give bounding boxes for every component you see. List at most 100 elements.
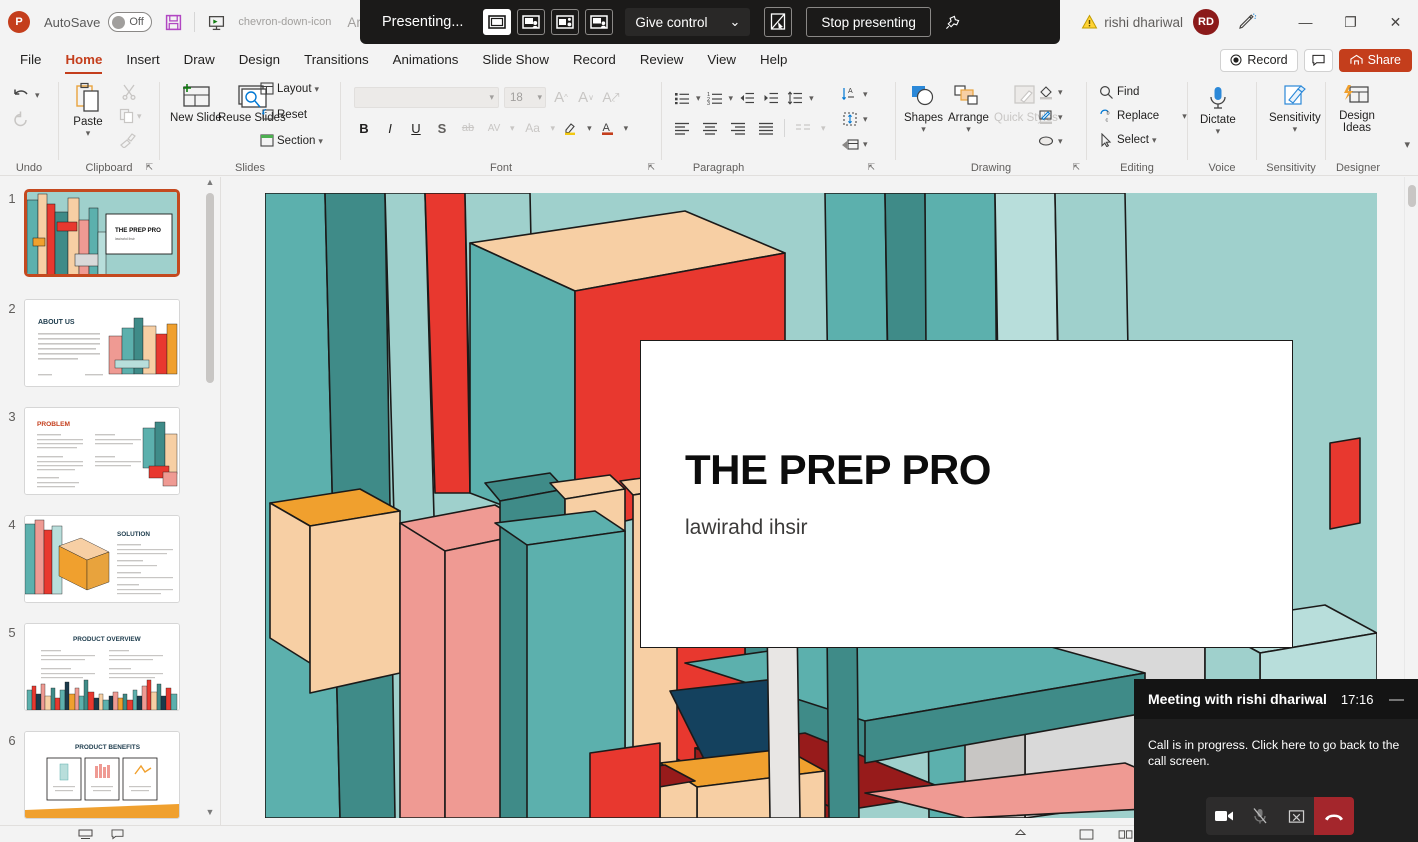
minimize-window-button[interactable]: — xyxy=(1283,0,1328,44)
character-spacing-dropdown-icon[interactable]: ▾ xyxy=(510,123,515,134)
smartart-dropdown-icon[interactable]: ▾ xyxy=(863,139,868,150)
shape-outline-dropdown-icon[interactable]: ▾ xyxy=(1058,112,1063,123)
slide-thumbnail-3[interactable]: 3 PROBLEM xyxy=(0,407,210,495)
close-window-button[interactable]: ✕ xyxy=(1373,0,1418,44)
change-case-button[interactable]: Aa xyxy=(521,118,545,138)
find-button[interactable]: Find xyxy=(1099,85,1139,99)
align-center-icon[interactable] xyxy=(700,118,720,138)
dictate-dropdown-icon[interactable]: ▾ xyxy=(1216,126,1221,137)
select-dropdown-icon[interactable]: ▾ xyxy=(1152,135,1157,146)
tab-file[interactable]: File xyxy=(8,44,53,76)
text-direction-icon[interactable]: A xyxy=(840,84,860,104)
tab-slide-show[interactable]: Slide Show xyxy=(470,44,561,76)
new-slide-button[interactable]: New Slide xyxy=(170,84,222,124)
layout-content-and-presenter-side-button[interactable] xyxy=(551,9,579,35)
slide-title-textbox[interactable]: THE PREP PRO lawirahd ihsir xyxy=(640,340,1293,648)
shape-fill-button[interactable]: ▾ xyxy=(1038,84,1063,100)
layout-content-and-presenter-large-button[interactable] xyxy=(517,9,545,35)
select-button[interactable]: Select ▾ xyxy=(1099,133,1157,147)
thumbnail-image[interactable]: PRODUCT BENEFITS xyxy=(24,731,180,819)
reading-view-icon[interactable] xyxy=(1118,829,1133,840)
sensitivity-button[interactable]: Sensitivity ▾ xyxy=(1269,84,1321,135)
design-ideas-button[interactable]: Design Ideas xyxy=(1332,84,1382,134)
restore-window-button[interactable]: ❐ xyxy=(1328,0,1373,44)
tab-help[interactable]: Help xyxy=(748,44,799,76)
font-size-dropdown-icon[interactable]: ▾ xyxy=(537,92,542,103)
bold-button[interactable]: B xyxy=(354,118,374,138)
slide-thumbnail-2[interactable]: 2 ABOUT US xyxy=(0,299,210,387)
section-button[interactable]: Section ▾ xyxy=(260,134,323,148)
canvas-scrollbar-thumb[interactable] xyxy=(1408,185,1416,207)
paste-dropdown-icon[interactable]: ▾ xyxy=(86,128,91,139)
collapse-ribbon-button[interactable]: ▾ xyxy=(1404,138,1410,151)
tab-view[interactable]: View xyxy=(695,44,748,76)
reset-button[interactable]: Reset xyxy=(260,108,307,122)
layout-content-only-button[interactable] xyxy=(483,9,511,35)
numbering-dropdown-icon[interactable]: ▾ xyxy=(729,93,734,104)
undo-icon[interactable] xyxy=(10,84,32,106)
align-right-icon[interactable] xyxy=(728,118,748,138)
replace-button[interactable]: bc Replace ▾ xyxy=(1099,109,1187,123)
stop-presenting-button[interactable]: Stop presenting xyxy=(806,7,931,37)
slide-subtitle[interactable]: lawirahd ihsir xyxy=(685,516,808,540)
shapes-dropdown-icon[interactable]: ▾ xyxy=(921,124,926,135)
tab-design[interactable]: Design xyxy=(227,44,292,76)
cut-button[interactable] xyxy=(121,84,137,100)
user-name[interactable]: rishi dhariwal xyxy=(1104,15,1183,30)
paste-button[interactable]: Paste ▾ xyxy=(73,82,103,139)
format-painter-button[interactable] xyxy=(119,132,137,148)
stop-sharing-button[interactable] xyxy=(1278,797,1314,835)
bullets-icon[interactable] xyxy=(672,88,692,108)
decrease-indent-icon[interactable] xyxy=(737,88,757,108)
customize-quick-access-icon[interactable]: chevron-down-icon xyxy=(238,16,331,28)
warning-icon[interactable] xyxy=(1081,14,1098,30)
grow-font-icon[interactable]: A^ xyxy=(551,88,571,108)
columns-dropdown-icon[interactable]: ▾ xyxy=(821,123,826,134)
thumbnail-image[interactable]: SOLUTION xyxy=(24,515,180,603)
slide-thumbnail-6[interactable]: 6 PRODUCT BENEFITS xyxy=(0,731,210,819)
justify-icon[interactable] xyxy=(756,118,776,138)
redo-icon[interactable] xyxy=(10,108,32,130)
font-name-dropdown-icon[interactable]: ▾ xyxy=(489,92,494,103)
record-button[interactable]: Record xyxy=(1220,49,1297,72)
give-control-dropdown[interactable]: Give control ⌄ xyxy=(625,8,750,36)
tab-transitions[interactable]: Transitions xyxy=(292,44,381,76)
pin-icon[interactable] xyxy=(945,15,960,30)
columns-icon[interactable] xyxy=(793,118,813,138)
comments-button[interactable] xyxy=(1304,49,1333,72)
tab-animations[interactable]: Animations xyxy=(381,44,471,76)
italic-button[interactable]: I xyxy=(380,118,400,138)
arrange-dropdown-icon[interactable]: ▾ xyxy=(966,124,971,135)
undo-dropdown-icon[interactable]: ▾ xyxy=(35,90,40,101)
numbering-icon[interactable]: 123 xyxy=(705,88,725,108)
copy-button[interactable]: ▾ xyxy=(119,108,142,124)
microphone-muted-button[interactable] xyxy=(1242,797,1278,835)
line-spacing-icon[interactable] xyxy=(785,88,805,108)
slide-thumbnail-panel[interactable]: 1 THE PREP PRO xyxy=(0,177,220,825)
text-direction-dropdown-icon[interactable]: ▾ xyxy=(863,89,868,100)
scrollbar-thumb[interactable] xyxy=(206,193,214,383)
align-text-icon[interactable] xyxy=(840,109,860,129)
increase-indent-icon[interactable] xyxy=(761,88,781,108)
section-dropdown-icon[interactable]: ▾ xyxy=(318,136,323,147)
thumbnail-image[interactable]: PROBLEM xyxy=(24,407,180,495)
paragraph-dialog-launcher[interactable]: ⇱ xyxy=(867,162,875,173)
shape-fill-dropdown-icon[interactable]: ▾ xyxy=(1058,87,1063,98)
shape-effects-button[interactable]: ▾ xyxy=(1038,134,1063,148)
slide-thumbnail-4[interactable]: 4 SOLUTION xyxy=(0,515,210,603)
drawing-dialog-launcher[interactable]: ⇱ xyxy=(1072,162,1080,173)
bullets-dropdown-icon[interactable]: ▾ xyxy=(696,93,701,104)
present-icon[interactable] xyxy=(208,14,225,31)
comments-icon[interactable] xyxy=(111,829,124,840)
copy-dropdown-icon[interactable]: ▾ xyxy=(137,111,142,122)
change-case-dropdown-icon[interactable]: ▾ xyxy=(551,123,556,134)
convert-to-smartart-icon[interactable] xyxy=(840,134,860,154)
layout-dropdown-icon[interactable]: ▾ xyxy=(315,84,320,95)
align-text-dropdown-icon[interactable]: ▾ xyxy=(863,114,868,125)
teams-call-panel[interactable]: Meeting with rishi dhariwal 17:16 — Call… xyxy=(1134,679,1418,842)
minimize-icon[interactable]: — xyxy=(1389,691,1404,708)
thumbnail-image[interactable]: THE PREP PRO lawirahd ihsir xyxy=(24,189,180,277)
slide-thumbnail-1[interactable]: 1 THE PREP PRO xyxy=(0,189,210,277)
clear-formatting-icon[interactable]: A⤤ xyxy=(601,88,621,108)
tab-record[interactable]: Record xyxy=(561,44,628,76)
